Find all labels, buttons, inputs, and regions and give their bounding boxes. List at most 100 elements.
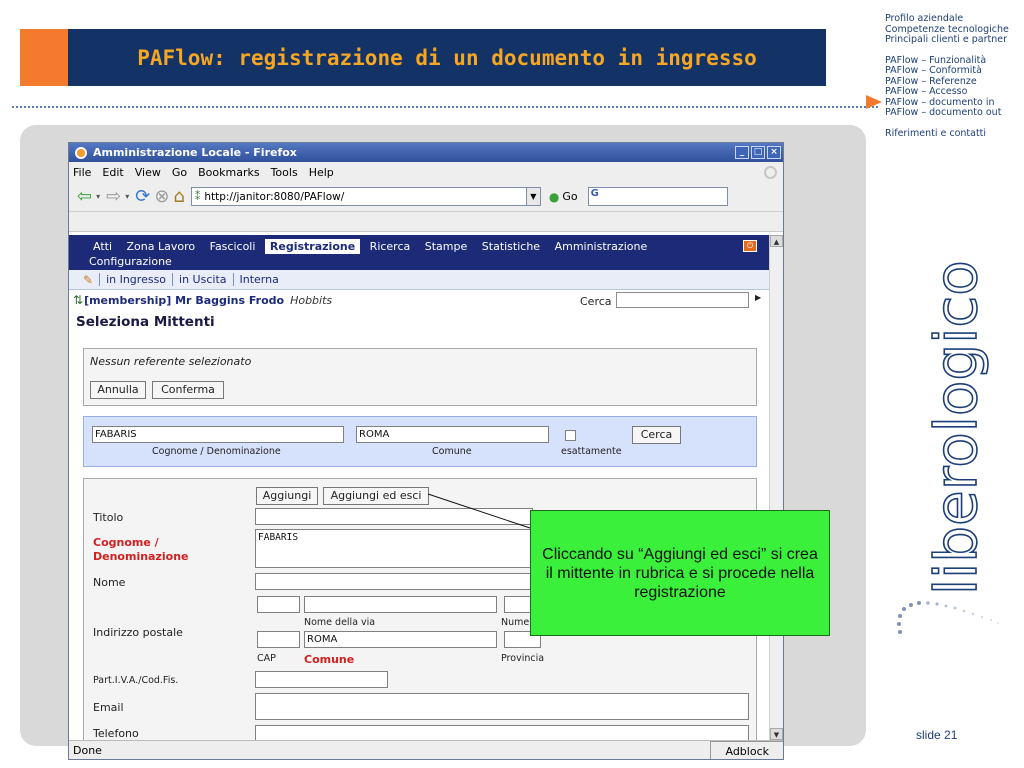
title-accent-block — [20, 29, 68, 86]
esattamente-caption: esattamente — [561, 446, 622, 457]
switch-user-icon[interactable]: ⇅ — [73, 293, 83, 307]
comune-search-input[interactable]: ROMA — [356, 426, 549, 443]
logout-icon[interactable]: ⏻ — [743, 240, 757, 252]
quick-search-arrow-icon[interactable]: ▶ — [755, 293, 761, 302]
menu-edit[interactable]: Edit — [102, 166, 123, 179]
subtab-in-ingresso[interactable]: in Ingresso — [99, 273, 172, 286]
subtab-interna[interactable]: Interna — [232, 273, 285, 286]
minimize-button[interactable]: _ — [735, 146, 749, 159]
tab-amministrazione[interactable]: Amministrazione — [550, 239, 653, 254]
reload-icon[interactable]: ⟳ — [135, 187, 150, 206]
back-dropdown-icon[interactable]: ▾ — [96, 192, 100, 201]
current-item-arrow-icon — [866, 95, 882, 109]
nav-item-clienti[interactable]: Principali clienti e partner — [885, 34, 1024, 46]
menu-bar: File Edit View Go Bookmarks Tools Help — [69, 162, 783, 182]
tab-fascicoli[interactable]: Fascicoli — [205, 239, 261, 254]
app-navigation: Atti Zona Lavoro Fascicoli Registrazione… — [69, 235, 769, 270]
user-name: [membership] Mr Baggins Frodo — [84, 293, 285, 307]
selection-message: Nessun referente selezionato — [90, 355, 252, 368]
nome-input[interactable] — [255, 573, 533, 590]
scroll-down-icon[interactable]: ▼ — [770, 728, 783, 740]
favicon-icon: ⁑ — [194, 190, 201, 203]
via-input[interactable] — [304, 596, 497, 613]
cognome-search-input[interactable]: FABARIS — [92, 426, 344, 443]
tab-ricerca[interactable]: Ricerca — [365, 239, 416, 254]
firefox-icon — [75, 146, 87, 159]
via-caption: Nome della via — [304, 617, 376, 628]
url-dropdown-icon[interactable]: ▼ — [526, 187, 541, 206]
forward-arrow-icon[interactable]: ⇨ — [106, 187, 121, 206]
cognome-label-line2: Denominazione — [93, 550, 189, 563]
scroll-up-icon[interactable]: ▲ — [770, 235, 783, 247]
address-prefix-input[interactable] — [257, 596, 300, 613]
aggiungi-button[interactable]: Aggiungi — [256, 487, 318, 505]
piva-label: Part.I.V.A./Cod.Fis. — [93, 675, 179, 686]
comune-input[interactable]: ROMA — [304, 631, 497, 648]
nav-item-accesso[interactable]: PAFlow – Accesso — [885, 86, 1024, 98]
browser-window: Amministrazione Locale - Firefox _ □ × F… — [68, 142, 784, 760]
menu-view[interactable]: View — [135, 166, 161, 179]
telefono-input[interactable] — [255, 725, 749, 740]
tab-stampe[interactable]: Stampe — [420, 239, 473, 254]
titolo-input[interactable] — [255, 508, 533, 525]
cap-input[interactable] — [257, 631, 300, 648]
conferma-button[interactable]: Conferma — [152, 381, 224, 399]
quick-search-input[interactable] — [616, 292, 749, 308]
comune-caption: Comune — [304, 653, 355, 666]
sub-navigation: ✎ in Ingresso in Uscita Interna — [69, 270, 769, 290]
nome-label: Nome — [93, 576, 126, 589]
nav-group-company: Profilo aziendale Competenze tecnologich… — [885, 13, 1024, 46]
user-group: Hobbits — [290, 293, 333, 307]
tab-registrazione[interactable]: Registrazione — [264, 239, 361, 254]
edit-icon: ✎ — [83, 272, 94, 287]
numero-input[interactable] — [504, 596, 533, 613]
search-engine-field[interactable]: G — [587, 187, 728, 206]
menu-bookmarks[interactable]: Bookmarks — [198, 166, 259, 179]
tab-configurazione[interactable]: Configurazione — [89, 255, 172, 268]
cognome-textarea[interactable]: FABARIS — [255, 529, 533, 568]
vertical-scrollbar[interactable]: ▲ ▼ — [769, 235, 783, 740]
stop-icon[interactable]: ⊗ — [154, 187, 169, 206]
nav-item-documento-out[interactable]: PAFlow – documento out — [885, 107, 1024, 119]
url-text: http://janitor:8080/PAFlow/ — [204, 190, 345, 203]
page-content: Atti Zona Lavoro Fascicoli Registrazione… — [69, 235, 769, 740]
tab-statistiche[interactable]: Statistiche — [477, 239, 545, 254]
esattamente-checkbox[interactable] — [565, 430, 576, 441]
menu-help[interactable]: Help — [309, 166, 334, 179]
adblock-button[interactable]: Adblock — [710, 740, 783, 759]
url-field[interactable]: ⁑ http://janitor:8080/PAFlow/ — [190, 187, 527, 206]
dotted-divider — [12, 106, 878, 108]
forward-dropdown-icon[interactable]: ▾ — [125, 192, 129, 201]
slide: PAFlow: registrazione di un documento in… — [0, 0, 1024, 768]
close-button[interactable]: × — [767, 146, 781, 159]
email-input[interactable] — [255, 693, 749, 720]
cerca-button[interactable]: Cerca — [632, 426, 681, 444]
piva-input[interactable] — [255, 671, 388, 688]
email-label: Email — [93, 701, 124, 714]
tab-zona-lavoro[interactable]: Zona Lavoro — [122, 239, 201, 254]
nav-item-profilo[interactable]: Profilo aziendale — [885, 13, 1024, 25]
go-label: Go — [562, 190, 578, 203]
home-icon[interactable]: ⌂ — [173, 187, 184, 206]
menu-tools[interactable]: Tools — [271, 166, 298, 179]
maximize-button[interactable]: □ — [751, 146, 765, 159]
aggiungi-ed-esci-button[interactable]: Aggiungi ed esci — [323, 487, 429, 505]
annulla-button[interactable]: Annulla — [90, 381, 146, 399]
title-bar: PAFlow: registrazione di un documento in… — [68, 29, 826, 86]
back-arrow-icon[interactable]: ⇦ — [77, 187, 92, 206]
menu-file[interactable]: File — [73, 166, 91, 179]
search-box: FABARIS Cognome / Denominazione ROMA Com… — [83, 416, 757, 467]
window-title: Amministrazione Locale - Firefox — [93, 146, 297, 159]
status-text: Done — [73, 744, 102, 757]
nav-item-conformita[interactable]: PAFlow – Conformità — [885, 65, 1024, 77]
slide-navigation: Profilo aziendale Competenze tecnologich… — [885, 13, 1024, 149]
go-button[interactable]: ● Go — [549, 190, 578, 204]
provincia-caption: Provincia — [501, 653, 545, 664]
menu-go[interactable]: Go — [172, 166, 187, 179]
tab-atti[interactable]: Atti — [88, 239, 117, 254]
nav-item-riferimenti[interactable]: Riferimenti e contatti — [885, 128, 1024, 140]
subtab-in-uscita[interactable]: in Uscita — [172, 273, 232, 286]
throbber-icon — [764, 165, 777, 179]
cap-caption: CAP — [257, 653, 276, 664]
slide-title: PAFlow: registrazione di un documento in… — [137, 45, 757, 70]
